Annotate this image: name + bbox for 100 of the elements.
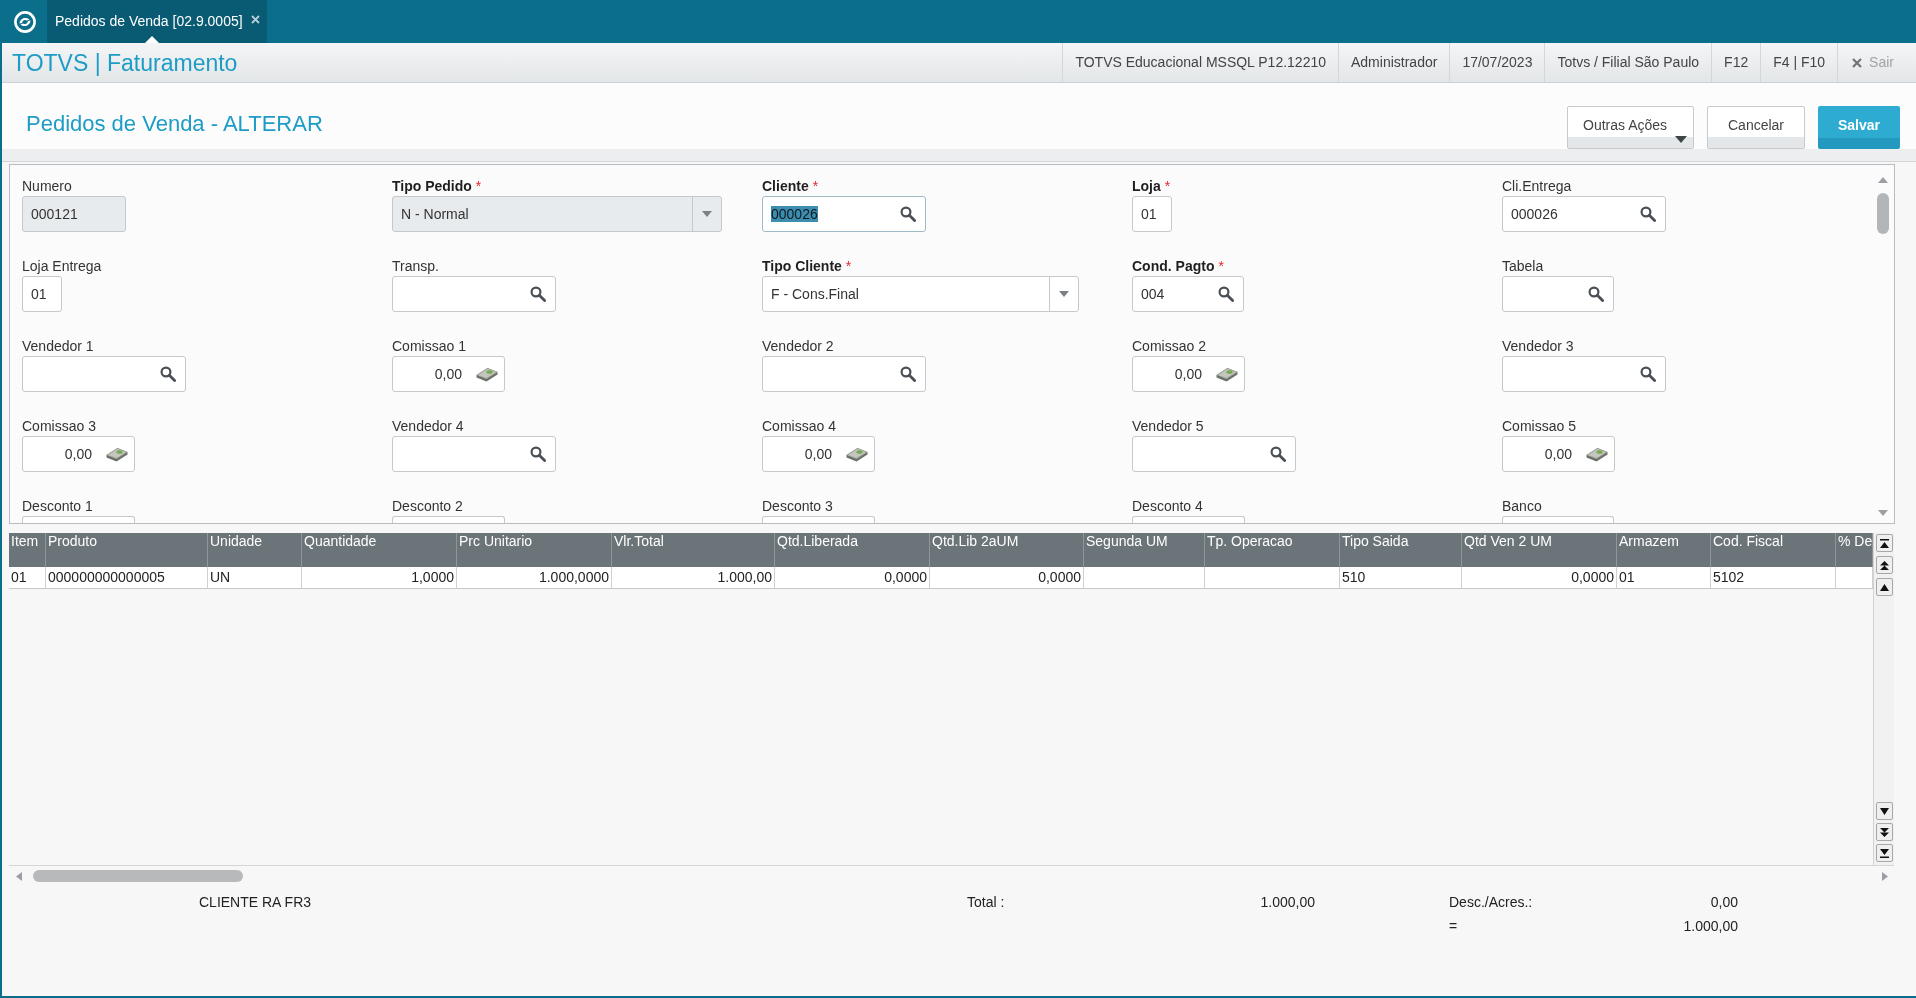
banknotes-icon[interactable] (476, 366, 498, 382)
field-label: Desconto 4 (1132, 498, 1203, 514)
search-icon[interactable] (900, 366, 916, 382)
banknotes-icon[interactable] (846, 446, 868, 462)
field-label: Tipo Pedido * (392, 178, 482, 194)
lookup-field[interactable] (1502, 356, 1666, 392)
lookup-field[interactable] (392, 276, 556, 312)
save-button[interactable]: Salvar (1818, 106, 1900, 149)
currency-field[interactable]: 0,00 (1132, 356, 1245, 392)
triangle-down-icon[interactable] (1878, 510, 1888, 516)
field-label: Vendedor 4 (392, 418, 464, 434)
triangle-up-icon[interactable] (1878, 177, 1888, 183)
search-icon[interactable] (1270, 446, 1286, 462)
field-label: Cli.Entrega (1502, 178, 1572, 194)
lookup-field[interactable]: 000026 (1502, 196, 1666, 232)
header-info: F12 (1724, 53, 1749, 72)
input-field[interactable] (762, 516, 875, 523)
field-label: Banco (1502, 498, 1542, 514)
field-label: Comissao 1 (392, 338, 466, 354)
field-label: Vendedor 2 (762, 338, 834, 354)
scroll-button[interactable] (1875, 844, 1893, 862)
header-info: 17/07/2023 (1462, 53, 1533, 72)
input-field[interactable] (392, 516, 505, 523)
currency-field[interactable]: 0,00 (392, 356, 505, 392)
scroll-button[interactable] (1875, 802, 1893, 820)
currency-field[interactable]: 0,00 (1502, 436, 1615, 472)
logo-icon[interactable] (13, 10, 36, 33)
scrollbar-thumb[interactable] (33, 870, 243, 882)
net-value: 1.000,00 (1683, 918, 1738, 934)
scrollbar-thumb[interactable] (1877, 193, 1889, 234)
search-icon[interactable] (160, 366, 176, 382)
input-field[interactable]: 01 (1132, 196, 1172, 232)
search-icon[interactable] (1640, 206, 1656, 222)
search-icon[interactable] (1588, 286, 1604, 302)
field-label: Comissao 3 (22, 418, 96, 434)
banknotes-icon[interactable] (1216, 366, 1238, 382)
table-cell: 0,0000 (930, 567, 1084, 588)
header-info: Administrador (1351, 53, 1438, 72)
field-label: Vendedor 5 (1132, 418, 1204, 434)
page-title: Pedidos de Venda - ALTERAR (26, 111, 323, 137)
lookup-field[interactable] (392, 436, 556, 472)
header-info: Totvs / Filial São Paulo (1557, 53, 1700, 72)
search-icon[interactable] (900, 206, 916, 222)
select-field[interactable]: F - Cons.Final (762, 276, 1079, 312)
scroll-button[interactable] (1875, 578, 1893, 596)
search-icon[interactable] (530, 446, 546, 462)
table-cell: 1.000,0000 (457, 567, 612, 588)
currency-field[interactable]: 0,00 (22, 436, 135, 472)
lookup-field[interactable] (22, 356, 186, 392)
scroll-button[interactable] (1875, 534, 1893, 552)
triangle-up-bar-icon (1879, 538, 1889, 548)
input-field[interactable] (22, 516, 135, 523)
table-cell: 000000000000005 (46, 567, 208, 588)
triangle-down-icon (1879, 806, 1889, 816)
scroll-button[interactable] (1875, 823, 1893, 841)
dropdown-button[interactable]: Outras Ações (1567, 106, 1694, 149)
table-cell: 01 (9, 567, 46, 588)
table-cell: 1,0000 (302, 567, 457, 588)
banknotes-icon[interactable] (1586, 446, 1608, 462)
search-icon[interactable] (1640, 366, 1656, 382)
field-label: Comissao 4 (762, 418, 836, 434)
customer-name: CLIENTE RA FR3 (199, 894, 312, 910)
input-field[interactable]: 01 (22, 276, 62, 312)
field-label: Tipo Cliente * (762, 258, 852, 274)
equals-label: = (1449, 918, 1458, 934)
tab[interactable]: Pedidos de Venda [02.9.0005] (47, 0, 267, 43)
table-cell: 510 (1340, 567, 1462, 588)
field-label: Tabela (1502, 258, 1544, 274)
discount-value: 0,00 (1710, 894, 1738, 910)
lookup-field[interactable]: 000026 (762, 196, 926, 232)
caret-down-icon[interactable] (1059, 291, 1069, 297)
field-label: Cond. Pagto * (1132, 258, 1224, 274)
lookup-field[interactable] (1132, 436, 1296, 472)
lookup-field[interactable] (1502, 276, 1614, 312)
table-cell: 01 (1617, 567, 1711, 588)
field-label: Numero (22, 178, 72, 194)
field-label: Vendedor 1 (22, 338, 94, 354)
field-label: Loja * (1132, 178, 1171, 194)
search-icon[interactable] (530, 286, 546, 302)
double-triangle-up-icon (1879, 560, 1889, 570)
table-cell: UN (208, 567, 302, 588)
header-info: TOTVS Educacional MSSQL P12.12210 (1075, 53, 1326, 72)
double-triangle-down-icon (1879, 827, 1889, 837)
currency-field[interactable]: 0,00 (762, 436, 875, 472)
input-field[interactable] (1132, 516, 1245, 523)
cancel-button[interactable]: Cancelar (1707, 106, 1805, 149)
discount-label: Desc./Acres.: (1449, 894, 1533, 910)
input-field[interactable] (1502, 516, 1614, 523)
close-icon[interactable] (250, 15, 260, 24)
scroll-button[interactable] (1875, 556, 1893, 574)
table-cell: 0,0000 (1462, 567, 1617, 588)
table-cell: 5102 (1711, 567, 1836, 588)
field-label: Desconto 3 (762, 498, 833, 514)
lookup-field[interactable] (762, 356, 926, 392)
triangle-down-bar-icon (1879, 848, 1889, 858)
banknotes-icon[interactable] (106, 446, 128, 462)
search-icon[interactable] (1218, 286, 1234, 302)
total-label: Total : (967, 894, 1005, 910)
lookup-field[interactable]: 004 (1132, 276, 1244, 312)
field-label: Cliente * (762, 178, 819, 194)
